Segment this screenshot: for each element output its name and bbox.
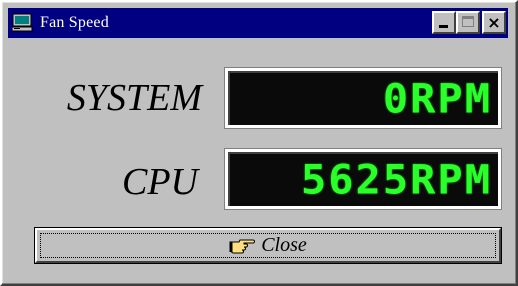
cpu-label: CPU [122,161,198,203]
minimize-button[interactable] [432,11,456,34]
cpu-rpm-value: 5625RPM [300,155,492,203]
window-title: Fan Speed [40,14,109,31]
maximize-icon [462,16,474,27]
title-bar[interactable]: Fan Speed × [8,8,508,38]
maximize-button[interactable] [456,11,480,34]
fan-speed-window: Fan Speed × SYSTEM 0RPM CPU 5625RPM Clos… [0,0,518,286]
title-buttons: × [432,11,506,34]
cpu-rpm-display: 5625RPM [224,148,502,210]
minimize-icon [439,25,448,28]
close-button[interactable]: Close [35,228,501,263]
system-label: SYSTEM [66,77,202,119]
close-window-button[interactable]: × [482,11,506,34]
focus-outline [40,233,496,258]
system-rpm-display: 0RPM [224,67,502,129]
system-rpm-value: 0RPM [382,74,492,122]
computer-icon[interactable] [12,13,34,33]
close-icon: × [487,13,501,32]
